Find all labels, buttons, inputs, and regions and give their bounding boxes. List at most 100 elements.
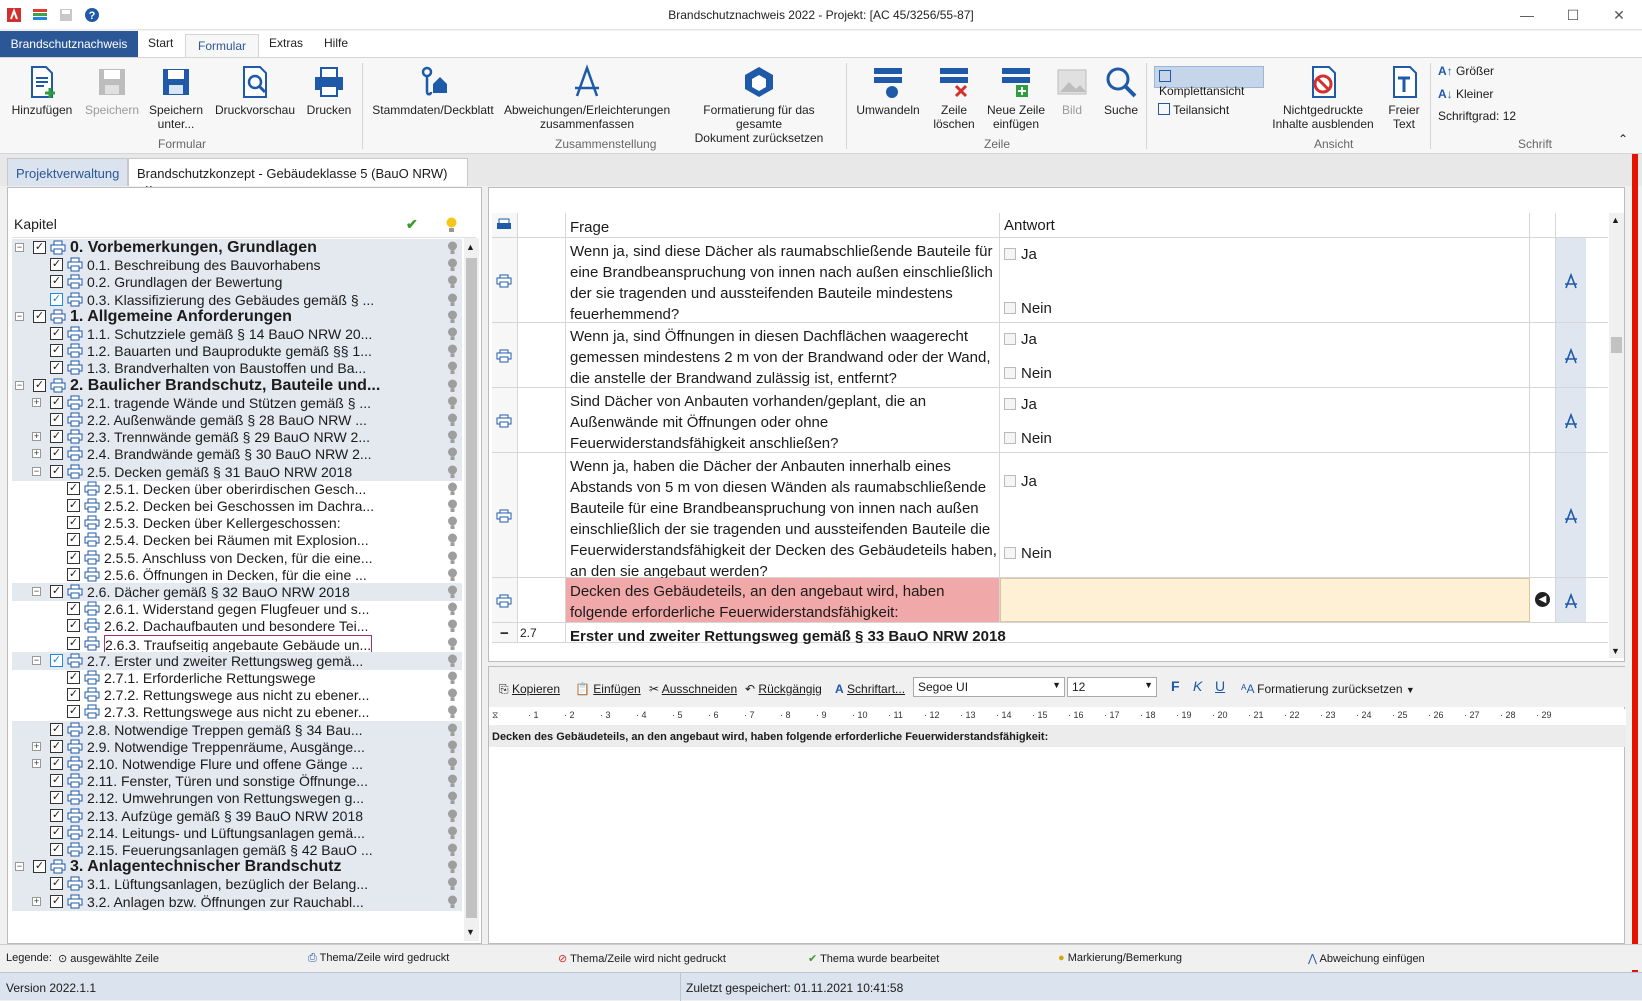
expand-icon[interactable]: +	[32, 759, 41, 768]
tree-item[interactable]: ✓ 2.13. Aufzüge gemäß § 39 BauO NRW 2018	[12, 806, 462, 825]
printer-icon[interactable]	[67, 274, 83, 289]
lightbulb-icon[interactable]	[447, 757, 458, 771]
deviation-cell[interactable]	[1556, 388, 1586, 452]
tree-item[interactable]: + ✓ 2.9. Notwendige Treppenräume, Ausgänge…	[12, 737, 462, 756]
tree-checkbox[interactable]: ✓	[50, 894, 63, 908]
lightbulb-icon[interactable]	[447, 723, 458, 737]
tree-checkbox[interactable]: ✓	[50, 585, 63, 598]
abweichungen-button[interactable]: Abweichungen/Erleichterungen zusammenfas…	[504, 64, 670, 131]
tree-item[interactable]: ✓ 1.2. Bauarten und Bauprodukte gemäß §§ …	[12, 342, 462, 361]
tree-checkbox[interactable]: ✓	[67, 602, 80, 616]
printer-icon[interactable]	[84, 601, 100, 616]
grid-scroll-thumb[interactable]	[1611, 337, 1622, 353]
printer-icon[interactable]	[67, 790, 83, 805]
option-nein[interactable]: Nein	[1004, 300, 1052, 317]
question-text[interactable]: Wenn ja, haben die Dächer der Anbauten i…	[566, 453, 1000, 580]
tree-checkbox[interactable]: ✓	[50, 464, 63, 478]
lightbulb-icon[interactable]	[447, 482, 458, 496]
tree-item[interactable]: ✓ 2.7.3. Rettungswege aus nicht zu ebener…	[12, 703, 462, 721]
deviation-cell[interactable]	[1556, 578, 1586, 622]
tree-scroll-thumb[interactable]	[466, 258, 477, 918]
lightbulb-icon[interactable]	[447, 413, 458, 427]
scroll-down-icon[interactable]: ▼	[466, 927, 475, 937]
tree-item[interactable]: ✓ 2.8. Notwendige Treppen gemäß § 34 Bau.…	[12, 720, 462, 739]
tree-checkbox[interactable]: ✓	[50, 413, 63, 426]
lightbulb-icon[interactable]	[447, 361, 458, 375]
image-button[interactable]: Bild	[1052, 64, 1092, 117]
printer-icon[interactable]	[50, 309, 66, 324]
tree-checkbox[interactable]: ✓	[67, 619, 80, 633]
expand-icon[interactable]: +	[32, 397, 41, 407]
font-family-select[interactable]: Segoe UI ▼	[913, 677, 1065, 697]
answer-input[interactable]	[1000, 578, 1530, 622]
printer-icon[interactable]	[67, 446, 83, 461]
lightbulb-icon[interactable]	[447, 293, 458, 307]
tree-item[interactable]: + ✓ 3.2. Anlagen bzw. Öffnungen zur Raucha…	[12, 892, 462, 911]
tree-checkbox[interactable]: ✓	[67, 499, 80, 512]
save-as-button[interactable]: Speichern unter...	[146, 64, 206, 131]
printer-icon[interactable]	[67, 739, 83, 754]
tree-item[interactable]: + ✓ 2.4. Brandwände gemäß § 30 BauO NRW 2.…	[12, 445, 462, 464]
tree-item[interactable]: ✓ 2.6.3. Traufseitig angebaute Gebäude un…	[12, 634, 462, 655]
question-row[interactable]: Wenn ja, haben die Dächer der Anbauten i…	[492, 453, 1608, 580]
print-button[interactable]: Drucken	[303, 64, 355, 117]
app-menu-button[interactable]: Brandschutznachweis	[0, 31, 138, 58]
collapse-icon[interactable]: −	[32, 655, 41, 665]
question-row[interactable]: Sind Dächer von Anbauten vorhanden/gepla…	[492, 388, 1608, 453]
tree-checkbox[interactable]: ✓	[33, 860, 46, 874]
lightbulb-icon[interactable]	[447, 671, 458, 685]
print-cell[interactable]	[492, 323, 518, 387]
reset-format-editor-button[interactable]: ᴬA Formatierung zurücksetzen ▼	[1241, 682, 1415, 696]
tree-item[interactable]: ✓ 2.5.6. Öffnungen in Decken, für die ein…	[12, 566, 462, 584]
tree-checkbox[interactable]: ✓	[50, 653, 63, 667]
lightbulb-icon[interactable]	[447, 379, 458, 393]
printer-icon[interactable]	[84, 670, 100, 685]
lightbulb-icon[interactable]	[447, 740, 458, 754]
tree-checkbox[interactable]: ✓	[67, 481, 80, 495]
bold-button[interactable]: F	[1171, 678, 1180, 694]
printer-icon[interactable]	[67, 292, 83, 307]
lightbulb-icon[interactable]	[447, 585, 458, 599]
grid-scroll-down-icon[interactable]: ▼	[1611, 646, 1620, 656]
lightbulb-icon[interactable]	[447, 533, 458, 547]
lightbulb-icon[interactable]	[447, 826, 458, 840]
tree-item[interactable]: ✓ 2.5.4. Decken bei Räumen mit Explosion.…	[12, 531, 462, 549]
printer-icon[interactable]	[84, 636, 100, 651]
print-cell[interactable]	[492, 238, 518, 322]
expand-icon[interactable]: +	[32, 432, 41, 442]
full-view-toggle[interactable]: Komplettansicht	[1154, 66, 1264, 98]
printer-icon[interactable]	[84, 515, 100, 530]
lightbulb-icon[interactable]	[447, 705, 458, 719]
tree-checkbox[interactable]: ✓	[67, 567, 80, 581]
partial-view-toggle[interactable]: Teilansicht	[1154, 100, 1264, 122]
question-row[interactable]: Wenn ja, sind Öffnungen in diesen Dachfl…	[492, 323, 1608, 388]
tree-checkbox[interactable]: ✓	[33, 378, 46, 392]
printer-icon[interactable]	[67, 257, 83, 272]
save-button[interactable]: Speichern	[84, 64, 140, 117]
hide-unprinted-button[interactable]: Nichtgedruckte Inhalte ausblenden	[1268, 64, 1378, 131]
lightbulb-icon[interactable]	[447, 688, 458, 702]
tree-item[interactable]: ✓ 2.11. Fenster, Türen und sonstige Öffnu…	[12, 772, 462, 791]
printer-icon[interactable]	[84, 567, 100, 582]
question-text[interactable]: Wenn ja, sind Öffnungen in diesen Dachfl…	[566, 323, 1000, 387]
tree-checkbox[interactable]: ✓	[67, 516, 80, 530]
tree-item[interactable]: + ✓ 2.3. Trennwände gemäß § 29 BauO NRW 2.…	[12, 428, 462, 447]
tree-item[interactable]: ✓ 2.6.2. Dachaufbauten und besondere Tei.…	[12, 617, 462, 635]
printer-icon[interactable]	[67, 825, 83, 840]
lightbulb-icon[interactable]	[447, 551, 458, 565]
printer-icon[interactable]	[84, 687, 100, 702]
tree-checkbox[interactable]: ✓	[50, 791, 63, 805]
tree-checkbox[interactable]: ✓	[50, 447, 63, 461]
printer-icon[interactable]	[67, 653, 83, 668]
lightbulb-icon[interactable]	[447, 258, 458, 272]
checkbox-ja[interactable]	[1004, 248, 1016, 260]
tree-item[interactable]: − ✓ 2.5. Decken gemäß § 31 BauO NRW 2018	[12, 462, 462, 481]
tree-checkbox[interactable]: ✓	[50, 361, 63, 375]
tree-checkbox[interactable]: ✓	[67, 705, 80, 719]
expand-icon[interactable]: +	[32, 896, 41, 906]
tree-item[interactable]: + ✓ 2.10. Notwendige Flure und offene Gäng…	[12, 755, 462, 773]
lightbulb-icon[interactable]	[447, 568, 458, 582]
printer-icon[interactable]	[67, 876, 83, 891]
printer-icon[interactable]	[67, 464, 83, 479]
tree-checkbox[interactable]: ✓	[67, 636, 80, 650]
